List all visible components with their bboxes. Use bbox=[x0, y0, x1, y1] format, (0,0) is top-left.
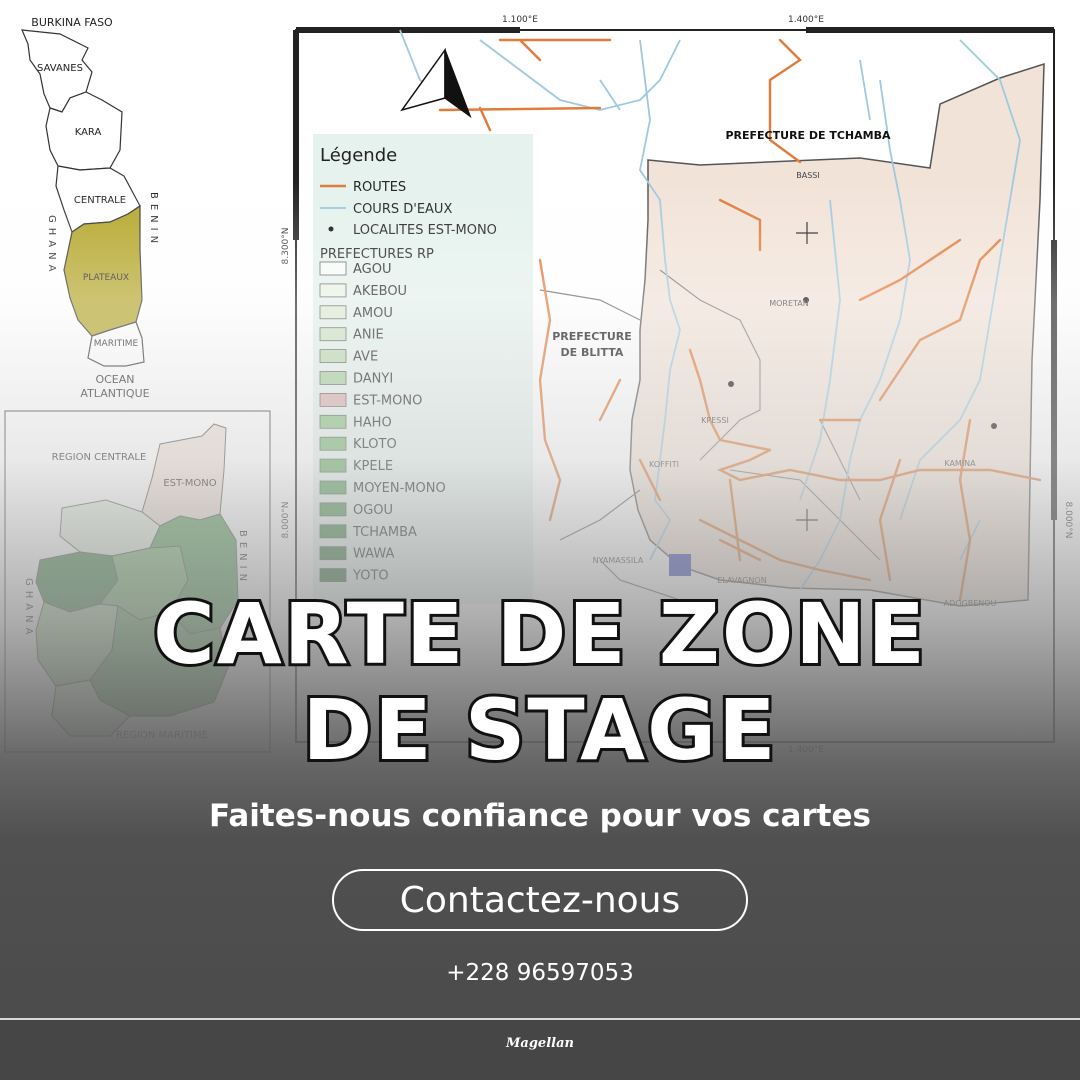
legend-swatch bbox=[319, 327, 347, 342]
town-label: ELAVAGNON bbox=[717, 576, 766, 585]
legend-swatch bbox=[319, 305, 347, 320]
map-legend: Légende ROUTES COURS D'EAUX LOCALITES ES… bbox=[313, 134, 533, 604]
legend-point-symbol bbox=[328, 226, 334, 232]
legend-prefecture-label: KPELE bbox=[353, 459, 393, 474]
label-savanes: SAVANES bbox=[37, 63, 83, 74]
town-label: KPESSI bbox=[701, 416, 729, 425]
legend-prefecture-label: EST-MONO bbox=[353, 393, 422, 408]
town-label: KAMINA bbox=[944, 459, 976, 468]
label-plateaux: PLATEAUX bbox=[83, 273, 129, 283]
inset-togo: BURKINA FASO SAVANES KARA CENTRALE PLATE… bbox=[21, 16, 159, 400]
phone-number: +228 96597053 bbox=[446, 960, 634, 986]
label-burkina-faso: BURKINA FASO bbox=[31, 16, 113, 29]
grid-label-lat-bottom: 8.000°N bbox=[281, 502, 291, 539]
label-prefecture: PREFECTURE bbox=[552, 330, 632, 343]
legend-prefecture-label: YOTO bbox=[352, 569, 389, 584]
legend-swatch bbox=[319, 480, 347, 495]
legend-prefecture-label: DANYI bbox=[353, 372, 393, 387]
legend-title: Légende bbox=[320, 145, 397, 166]
legend-prefecture-label: OGOU bbox=[353, 503, 393, 518]
label-kara: KARA bbox=[75, 127, 102, 138]
locality-point bbox=[991, 423, 997, 429]
legend-swatch bbox=[319, 502, 347, 517]
legend-layer-label: COURS D'EAUX bbox=[353, 202, 452, 217]
legend-swatch bbox=[319, 524, 347, 539]
headline-line-1: CARTE DE ZONE bbox=[150, 585, 928, 683]
brand-logo: Magellan bbox=[506, 1036, 574, 1051]
legend-swatch bbox=[319, 392, 347, 407]
tagline: Faites-nous confiance pour vos cartes bbox=[209, 798, 871, 834]
legend-prefecture-label: WAWA bbox=[353, 547, 394, 562]
legend-layer-label: ROUTES bbox=[353, 180, 406, 195]
legend-swatch bbox=[319, 261, 347, 276]
contact-button[interactable]: Contactez-nous bbox=[332, 869, 748, 931]
grid-label-lon-left: 1.100°E bbox=[502, 15, 538, 25]
legend-swatch bbox=[319, 458, 347, 473]
legend-swatch bbox=[319, 436, 347, 451]
label-region-centrale: REGION CENTRALE bbox=[52, 452, 147, 463]
legend-prefecture-label: TCHAMBA bbox=[352, 525, 417, 540]
label-de-blitta: DE BLITTA bbox=[561, 346, 624, 359]
legend-swatch bbox=[319, 414, 347, 429]
legend-prefecture-label: ANIE bbox=[353, 328, 384, 343]
grid-label-lon-right: 1.400°E bbox=[788, 15, 824, 25]
town-label: MORETAN bbox=[769, 299, 809, 308]
label-maritime: MARITIME bbox=[94, 339, 139, 349]
label-benin-inset: BENIN bbox=[237, 530, 248, 586]
legend-group-title: PREFECTURES RP bbox=[320, 247, 434, 262]
town-label: KOFFITI bbox=[649, 460, 679, 469]
legend-prefecture-label: AVE bbox=[353, 350, 378, 365]
grid-label-lat-bottom-right: 8.000°N bbox=[1063, 502, 1073, 539]
label-atlantique: ATLANTIQUE bbox=[80, 387, 149, 400]
town-label: BASSI bbox=[796, 171, 819, 180]
label-est-mono-inset: EST-MONO bbox=[163, 478, 216, 489]
town-label: NYAMASSILA bbox=[593, 556, 644, 565]
legend-swatch bbox=[319, 568, 347, 582]
label-benin-vertical: BENIN bbox=[148, 192, 159, 248]
label-ocean: OCEAN bbox=[95, 373, 134, 386]
promo-poster: BURKINA FASO SAVANES KARA CENTRALE PLATE… bbox=[0, 0, 1080, 1080]
legend-swatch bbox=[319, 283, 347, 298]
label-prefecture-tchamba: PREFECTURE DE TCHAMBA bbox=[725, 129, 890, 142]
legend-swatch bbox=[319, 546, 347, 561]
legend-prefecture-label: AKEBOU bbox=[353, 284, 407, 299]
locality-point bbox=[728, 381, 734, 387]
legend-prefecture-label: KLOTO bbox=[353, 437, 397, 452]
label-centrale: CENTRALE bbox=[74, 195, 126, 206]
legend-prefecture-label: MOYEN-MONO bbox=[353, 481, 446, 496]
legend-prefecture-label: AGOU bbox=[353, 262, 392, 277]
headline-line-2: DE STAGE bbox=[300, 681, 779, 779]
legend-prefecture-label: HAHO bbox=[353, 415, 392, 430]
label-ghana-vertical: GHANA bbox=[46, 215, 57, 276]
legend-swatch bbox=[319, 371, 347, 385]
legend-swatch bbox=[319, 349, 347, 364]
legend-prefecture-label: AMOU bbox=[353, 306, 393, 321]
legend-layer-label: LOCALITES EST-MONO bbox=[353, 223, 497, 238]
study-zone-marker bbox=[669, 554, 691, 576]
grid-label-lat-top: 8.300°N bbox=[281, 228, 291, 265]
